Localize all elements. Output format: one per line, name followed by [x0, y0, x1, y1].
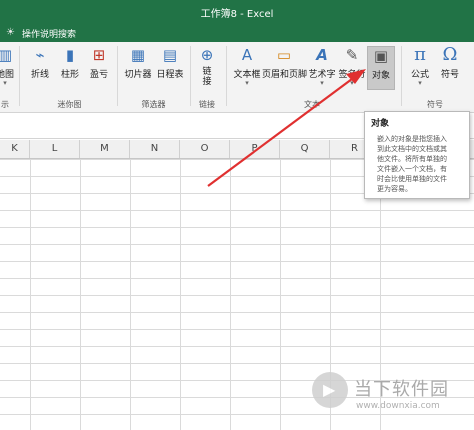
chevron-down-icon: ▾ — [418, 79, 422, 87]
tooltip-line: 他文件。将所有单独的 — [377, 155, 447, 163]
symbol-label: 符号 — [440, 70, 459, 80]
column-header[interactable]: O — [180, 140, 230, 158]
header-footer-label: 页眉和页脚 — [262, 70, 308, 80]
title-bar: 工作簿8 - Excel — [0, 0, 474, 24]
group-display-label: 示 — [1, 100, 9, 109]
lightbulb-icon: ☀ — [6, 27, 15, 38]
textbox-button[interactable]: A 文本框 ▾ — [232, 46, 262, 87]
map-label: 地图 — [0, 70, 15, 80]
group-links-label: 链接 — [199, 100, 215, 109]
tooltip-line: 时会比使用单独的文件 — [377, 175, 447, 183]
wordart-button[interactable]: A 艺术字 ▾ — [307, 46, 337, 87]
help-bar[interactable]: ☀ 操作说明搜索 — [0, 24, 474, 42]
column-header[interactable]: Q — [280, 140, 330, 158]
watermark-url: www.downxia.com — [356, 401, 440, 411]
chevron-down-icon: ▾ — [320, 79, 324, 87]
tooltip-line: 更为容易。 — [377, 185, 412, 193]
group-divider — [190, 46, 191, 106]
group-divider — [226, 46, 227, 106]
map-icon: ▥ — [0, 46, 13, 64]
column-header[interactable]: N — [130, 140, 180, 158]
wordart-icon: A — [316, 46, 328, 64]
pi-icon: π — [414, 44, 426, 65]
chevron-down-icon: ▾ — [245, 79, 249, 87]
gridline — [180, 159, 181, 430]
timeline-button[interactable]: ▤ 日程表 — [155, 46, 185, 80]
line-sparkline-icon: ⌁ — [35, 46, 45, 64]
group-filters-label: 筛选器 — [141, 100, 166, 109]
gridline — [230, 159, 231, 430]
signature-pen-icon: ✎ — [345, 46, 359, 64]
watermark-text: 当下软件园 — [354, 379, 449, 400]
play-icon: ▶ — [323, 380, 336, 399]
column-sparkline-icon: ▮ — [65, 46, 75, 64]
column-header[interactable]: K — [0, 140, 30, 158]
sparkline-line-button[interactable]: ⌁ 折线 — [27, 46, 53, 80]
chevron-down-icon: ▾ — [350, 79, 354, 87]
sparkline-winloss-button[interactable]: ⊞ 盈亏 — [86, 46, 112, 80]
sparkline-winloss-label: 盈亏 — [89, 70, 108, 80]
help-search-label[interactable]: 操作说明搜索 — [22, 27, 76, 40]
timeline-icon: ▤ — [162, 46, 178, 64]
group-divider — [117, 46, 118, 106]
slicer-button[interactable]: ▦ 切片器 — [122, 46, 154, 80]
tooltip-line: 嵌入的对象是指您插入 — [377, 135, 447, 143]
gridline — [130, 159, 131, 430]
gridline — [80, 159, 81, 430]
equation-button[interactable]: π 公式 ▾ — [406, 44, 434, 87]
header-footer-icon: ▭ — [276, 46, 292, 64]
group-divider — [19, 46, 20, 106]
gridline — [280, 159, 281, 430]
column-header[interactable]: P — [230, 140, 280, 158]
timeline-label: 日程表 — [156, 70, 184, 80]
chevron-down-icon: ▾ — [3, 79, 7, 87]
signature-line-button[interactable]: ✎ 签名行 ▾ — [337, 46, 367, 87]
tooltip-line: 文件嵌入一个文档，有 — [377, 165, 447, 173]
textbox-icon: A — [241, 46, 253, 64]
object-icon: ▣ — [373, 47, 389, 65]
omega-icon: Ω — [442, 44, 458, 65]
sparkline-column-label: 柱形 — [60, 70, 79, 80]
slicer-label: 切片器 — [124, 70, 152, 80]
symbol-button[interactable]: Ω 符号 — [436, 44, 464, 81]
sparkline-line-label: 折线 — [30, 70, 49, 80]
object-tooltip: 对象 嵌入的对象是指您插入 到此文档中的文档或其 他文件。将所有单独的 文件嵌入… — [364, 111, 470, 199]
window-title: 工作簿8 - Excel — [200, 9, 274, 20]
slicer-icon: ▦ — [130, 46, 146, 64]
object-label: 对象 — [371, 71, 390, 81]
tooltip-line: 到此文档中的文档或其 — [377, 145, 447, 153]
sparkline-column-button[interactable]: ▮ 柱形 — [57, 46, 83, 80]
group-symbols-label: 符号 — [427, 100, 443, 109]
link-globe-icon: ⊕ — [200, 46, 214, 64]
tooltip-title: 对象 — [371, 119, 390, 129]
header-footer-button[interactable]: ▭ 页眉和页脚 — [262, 46, 308, 80]
group-text-label: 文本 — [304, 100, 320, 109]
map-button[interactable]: ▥ 地图 ▾ — [0, 46, 15, 87]
column-header[interactable]: L — [30, 140, 80, 158]
group-sparklines-label: 迷你图 — [57, 100, 82, 109]
watermark-logo: ▶ — [312, 372, 348, 408]
ribbon: ▥ 地图 ▾ 示 ⌁ 折线 ▮ 柱形 ⊞ 盈亏 迷你图 ▦ 切片器 ▤ 日程表 … — [0, 42, 474, 113]
winloss-sparkline-icon: ⊞ — [92, 46, 106, 64]
gridline — [30, 159, 31, 430]
group-divider — [401, 46, 402, 106]
link-button[interactable]: ⊕ 链接 — [195, 46, 219, 87]
object-button[interactable]: ▣ 对象 — [367, 46, 395, 90]
column-header[interactable]: M — [80, 140, 130, 158]
link-label: 链接 — [202, 67, 212, 87]
